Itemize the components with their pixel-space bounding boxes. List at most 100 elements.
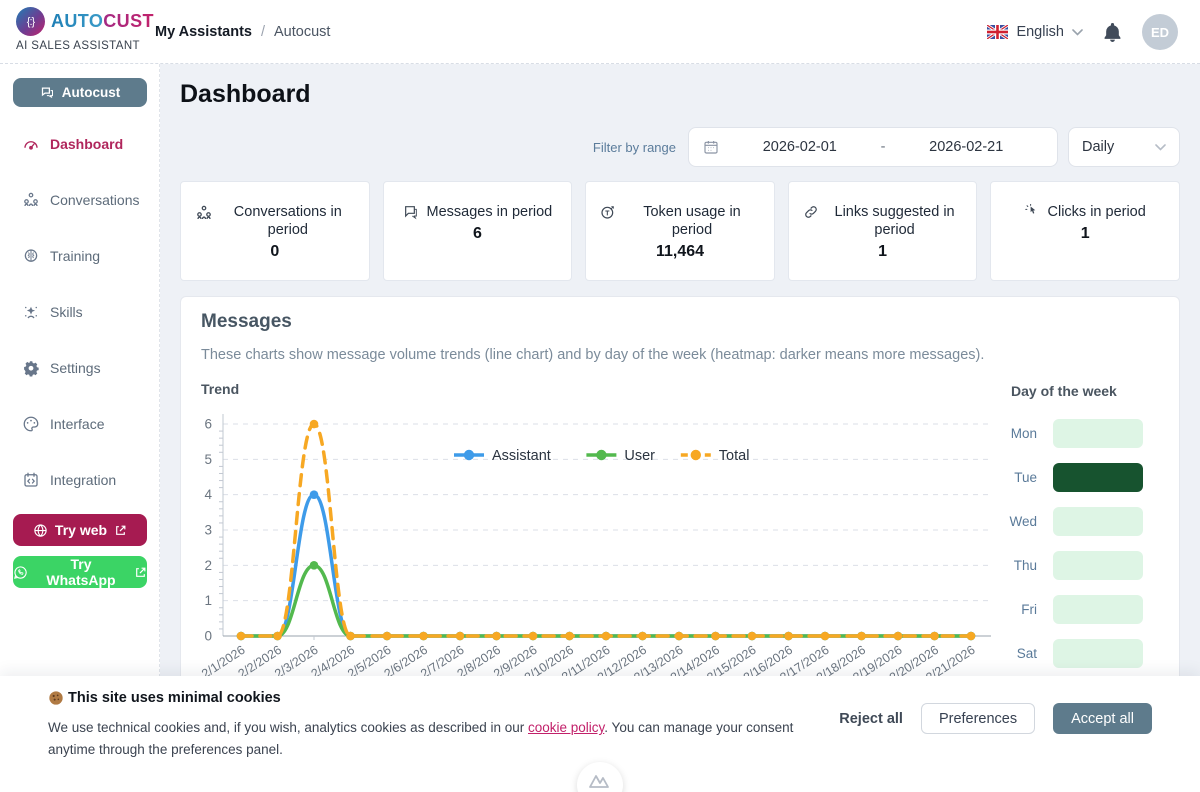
heatmap-row-wed: Wed bbox=[981, 507, 1171, 536]
breadcrumb-assistant-name: Autocust bbox=[274, 24, 330, 40]
date-range-picker[interactable]: 2026-02-01 - 2026-02-21 bbox=[688, 127, 1058, 167]
svg-text:1: 1 bbox=[204, 593, 212, 608]
svg-text:2: 2 bbox=[204, 558, 212, 573]
svg-text:3: 3 bbox=[204, 523, 212, 538]
calendar-icon bbox=[703, 139, 719, 155]
cookie-banner-title: This site uses minimal cookies bbox=[48, 690, 281, 706]
messages-panel-description: These charts show message volume trends … bbox=[201, 347, 984, 363]
brand-logo-icon: {:} bbox=[16, 7, 45, 36]
heatmap-row-sat: Sat bbox=[981, 639, 1171, 668]
assistant-selector-button[interactable]: Autocust bbox=[13, 78, 147, 107]
palette-icon bbox=[22, 415, 40, 433]
stat-label: Token usage in period bbox=[624, 203, 760, 239]
heatmap-day-label: Tue bbox=[981, 470, 1053, 485]
heatmap-day-label: Mon bbox=[981, 426, 1053, 441]
uk-flag-icon bbox=[987, 25, 1008, 39]
stat-card: Clicks in period 1 bbox=[990, 181, 1180, 281]
svg-text:User: User bbox=[624, 448, 655, 464]
sidebar-item-training[interactable]: Training bbox=[0, 242, 159, 270]
assistant-selector-label: Autocust bbox=[62, 85, 121, 100]
stat-value: 11,464 bbox=[656, 243, 704, 261]
weekday-heatmap-title: Day of the week bbox=[1011, 383, 1117, 399]
user-avatar[interactable]: ED bbox=[1142, 14, 1178, 50]
try-web-button[interactable]: Try web bbox=[13, 514, 147, 546]
stat-card: Token usage in period 11,464 bbox=[585, 181, 775, 281]
stat-value: 1 bbox=[878, 243, 887, 261]
sidebar-item-skills[interactable]: Skills bbox=[0, 298, 159, 326]
svg-text:5: 5 bbox=[204, 452, 212, 467]
chat-square-icon bbox=[403, 204, 419, 220]
sidebar-item-label: Settings bbox=[50, 360, 101, 376]
stat-label: Messages in period bbox=[427, 203, 553, 221]
notifications-bell-icon[interactable] bbox=[1103, 22, 1122, 43]
stat-card: Links suggested in period 1 bbox=[788, 181, 978, 281]
granularity-value: Daily bbox=[1082, 139, 1114, 155]
page-title: Dashboard bbox=[180, 80, 311, 109]
brand-name-auto: AUTO bbox=[51, 11, 103, 31]
sidebar-item-label: Conversations bbox=[50, 192, 140, 208]
heatmap-cell-fri bbox=[1053, 595, 1143, 624]
heatmap-row-mon: Mon bbox=[981, 419, 1171, 448]
stat-label: Links suggested in period bbox=[827, 203, 963, 239]
breadcrumb-my-assistants[interactable]: My Assistants bbox=[155, 24, 252, 40]
sidebar-item-label: Skills bbox=[50, 304, 83, 320]
gear-icon bbox=[22, 359, 40, 377]
try-whatsapp-label: Try WhatsApp bbox=[35, 556, 127, 588]
stat-label: Conversations in period bbox=[221, 203, 355, 239]
filter-row: Filter by range 2026-02-01 - 2026-02-21 … bbox=[593, 127, 1180, 167]
mountains-icon bbox=[588, 771, 612, 792]
people-group-icon bbox=[195, 204, 213, 222]
click-icon bbox=[1025, 204, 1040, 219]
sidebar-item-settings[interactable]: Settings bbox=[0, 354, 159, 382]
sidebar-item-label: Dashboard bbox=[50, 136, 123, 152]
sidebar-item-conversations[interactable]: Conversations bbox=[0, 186, 159, 214]
breadcrumb-separator: / bbox=[261, 24, 265, 40]
sidebar-item-label: Training bbox=[50, 248, 100, 264]
preferences-button[interactable]: Preferences bbox=[921, 703, 1035, 734]
heatmap-day-label: Sat bbox=[981, 646, 1053, 661]
svg-text:Assistant: Assistant bbox=[492, 448, 551, 464]
date-to-value[interactable]: 2026-02-21 bbox=[889, 139, 1043, 155]
people-group-icon bbox=[22, 191, 40, 209]
stat-label: Clicks in period bbox=[1048, 203, 1146, 221]
stats-row: Conversations in period 0 Messages in peri… bbox=[180, 181, 1180, 281]
language-label: English bbox=[1016, 24, 1064, 40]
cookie-policy-link[interactable]: cookie policy bbox=[528, 720, 604, 735]
heatmap-cell-sat bbox=[1053, 639, 1143, 668]
external-link-icon bbox=[114, 524, 127, 537]
brain-icon bbox=[22, 247, 40, 265]
sidebar-item-integration[interactable]: Integration bbox=[0, 466, 159, 494]
heatmap-row-tue: Tue bbox=[981, 463, 1171, 492]
sidebar-item-interface[interactable]: Interface bbox=[0, 410, 159, 438]
sidebar-item-label: Integration bbox=[50, 472, 116, 488]
heatmap-cell-thu bbox=[1053, 551, 1143, 580]
cookie-icon bbox=[48, 690, 64, 706]
stat-card: Conversations in period 0 bbox=[180, 181, 370, 281]
date-separator: - bbox=[881, 139, 886, 155]
reject-all-button[interactable]: Reject all bbox=[839, 711, 903, 727]
granularity-select[interactable]: Daily bbox=[1068, 127, 1180, 167]
heatmap-day-label: Thu bbox=[981, 558, 1053, 573]
token-icon bbox=[600, 204, 616, 220]
heatmap-row-thu: Thu bbox=[981, 551, 1171, 580]
svg-text:4: 4 bbox=[204, 487, 212, 502]
breadcrumb: My Assistants / Autocust bbox=[155, 24, 330, 40]
heatmap-cell-mon bbox=[1053, 419, 1143, 448]
language-selector[interactable]: English bbox=[987, 24, 1083, 40]
try-whatsapp-button[interactable]: Try WhatsApp bbox=[13, 556, 147, 588]
stat-value: 1 bbox=[1081, 225, 1090, 243]
whatsapp-icon bbox=[13, 565, 28, 580]
chevron-down-icon bbox=[1155, 144, 1166, 151]
heatmap-cell-tue bbox=[1053, 463, 1143, 492]
plugin-icon bbox=[22, 471, 40, 489]
brand-name-cust: CUST bbox=[103, 11, 154, 31]
heatmap-cell-wed bbox=[1053, 507, 1143, 536]
date-from-value[interactable]: 2026-02-01 bbox=[723, 139, 877, 155]
stat-value: 0 bbox=[270, 243, 279, 261]
sidebar-item-dashboard[interactable]: Dashboard bbox=[0, 130, 159, 158]
gauge-icon bbox=[22, 135, 40, 153]
svg-text:Total: Total bbox=[719, 448, 750, 464]
accept-all-button[interactable]: Accept all bbox=[1053, 703, 1152, 734]
trend-line-chart: 01234562/1/20262/2/20262/3/20262/4/20262… bbox=[186, 393, 996, 693]
link-icon bbox=[803, 204, 819, 220]
